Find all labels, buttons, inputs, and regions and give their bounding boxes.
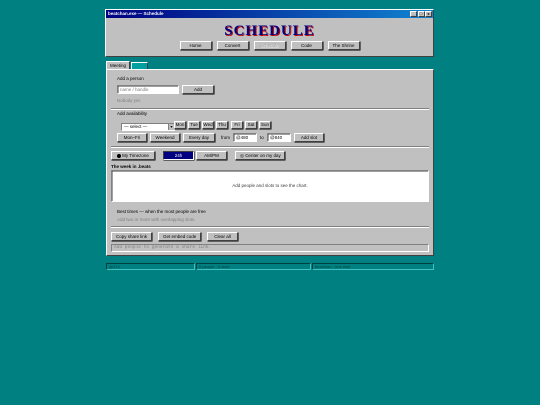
day-thu-button[interactable]: Thu — [216, 121, 228, 129]
add-availability-heading: Add availability — [117, 111, 148, 116]
get-embed-code-button[interactable]: Get embed code — [158, 232, 201, 241]
add-person-heading: Add a person — [117, 76, 144, 81]
preset-everyday-button[interactable]: Every day — [183, 133, 215, 142]
share-link-output[interactable]: Add people to generate a share link. — [111, 244, 429, 252]
chart-empty-text: Add people and slots to see the chart. — [232, 183, 308, 188]
app-window: beatchan.exe — Schedule _ □ x SCHEDULE H… — [105, 9, 434, 57]
person-select-value: — select — — [124, 124, 148, 129]
main-nav: Home Convert Schedule Code The Shrine — [106, 41, 433, 50]
globe-icon — [117, 153, 122, 158]
preset-weekdays-button[interactable]: Mon–Fri — [117, 133, 147, 142]
day-tue-button[interactable]: Tue — [188, 121, 200, 129]
best-times-empty-text: Add two or more with overlapping slots. — [117, 217, 196, 222]
best-times-heading: Best times — when the most people are fr… — [117, 209, 206, 214]
site-logo: SCHEDULE — [224, 23, 315, 39]
close-button[interactable]: x — [425, 11, 432, 17]
clear-all-button[interactable]: Clear all — [207, 232, 238, 241]
status-info: beatchan · one time — [312, 263, 434, 270]
my-timezone-button[interactable]: My Timezone — [111, 151, 155, 160]
window-title: beatchan.exe — Schedule — [108, 11, 164, 16]
divider — [111, 146, 429, 148]
center-my-day-button[interactable]: ◎ Center on my day — [235, 151, 285, 160]
people-empty-text: Nobody yet. — [117, 98, 142, 103]
status-current-beat: @374 — [106, 263, 195, 270]
preset-weekend-button[interactable]: Weekend — [150, 133, 180, 142]
from-beat-input[interactable]: @480 — [233, 133, 257, 142]
day-wed-button[interactable]: Wed — [202, 121, 214, 129]
to-label: to — [260, 135, 264, 140]
day-sun-button[interactable]: Sun — [259, 121, 271, 129]
nav-code-button[interactable]: Code — [290, 41, 323, 50]
status-bar: @374 0 people · 0 slots beatchan · one t… — [106, 263, 434, 270]
add-slot-button[interactable]: Add slot — [294, 133, 324, 142]
day-mon-button[interactable]: Mon — [174, 121, 186, 129]
maximize-button[interactable]: □ — [417, 11, 425, 17]
week-chart: Add people and slots to see the chart. — [111, 170, 429, 202]
title-bar[interactable]: beatchan.exe — Schedule _ □ x — [106, 10, 433, 18]
nav-home-button[interactable]: Home — [179, 41, 212, 50]
from-label: from — [221, 135, 230, 140]
nav-shrine-button[interactable]: The Shrine — [327, 41, 360, 50]
person-select[interactable]: — select — ▼ — [121, 123, 175, 131]
format-24h-button[interactable]: 24h — [163, 151, 194, 160]
minimize-button[interactable]: _ — [410, 11, 417, 17]
window-controls: _ □ x — [410, 11, 432, 17]
day-sat-button[interactable]: Sat — [245, 121, 257, 129]
to-beat-input[interactable]: @840 — [267, 133, 291, 142]
nav-schedule-button[interactable]: Schedule — [253, 41, 286, 50]
divider — [111, 108, 429, 110]
my-timezone-label: My Timezone — [122, 153, 149, 158]
format-ampm-button[interactable]: AM/PM — [196, 151, 227, 160]
week-heading: The week in .beats — [111, 164, 151, 169]
center-my-day-label: Center on my day — [245, 153, 281, 158]
meeting-panel: Add a person name / handle Add Nobody ye… — [106, 69, 434, 256]
add-person-button[interactable]: Add — [182, 85, 214, 94]
status-counts: 0 people · 0 slots — [196, 263, 311, 270]
nav-convert-button[interactable]: Convert — [216, 41, 249, 50]
person-name-input[interactable]: name / handle — [117, 85, 179, 94]
copy-share-link-button[interactable]: Copy share link — [111, 232, 152, 241]
divider — [111, 226, 429, 228]
day-fri-button[interactable]: Fri — [231, 121, 243, 129]
